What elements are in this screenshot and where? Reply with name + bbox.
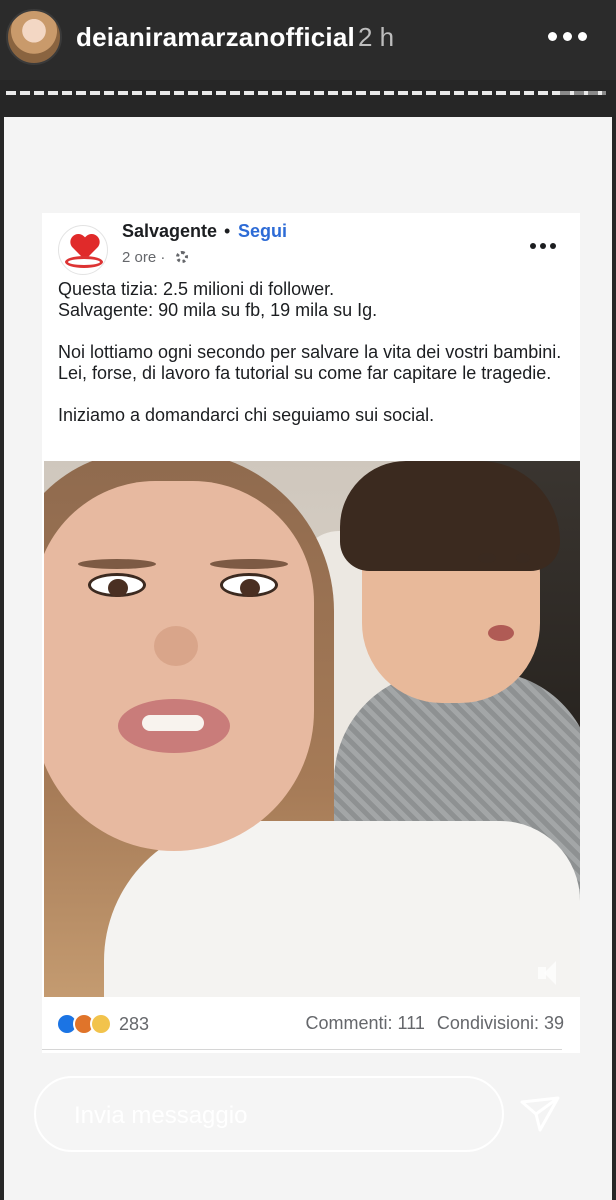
post-more-icon	[530, 243, 556, 249]
story-progress-bar	[6, 91, 606, 95]
post-line-1: Questa tizia: 2.5 milioni di follower.	[58, 279, 335, 299]
post-text: Questa tizia: 2.5 milioni di follower. S…	[58, 279, 568, 447]
avatar[interactable]	[6, 9, 62, 65]
divider	[42, 1049, 562, 1050]
comments-count: Commenti: 111	[305, 1013, 425, 1033]
speaker-icon	[538, 961, 568, 985]
reaction-count: 283	[119, 1013, 150, 1034]
post-line-4: Iniziamo a domandarci chi seguiamo sui s…	[58, 405, 435, 425]
message-placeholder: Invia messaggio	[74, 1102, 248, 1129]
follow-button: Segui	[238, 221, 288, 241]
post-time: 2 ore ·	[122, 249, 166, 266]
more-options-icon[interactable]	[548, 26, 588, 46]
video-frame	[44, 461, 580, 997]
reactions-summary: 283	[56, 1013, 149, 1035]
facebook-post-card: Salvagente • Segui 2 ore · Questa tizia:…	[42, 213, 580, 1053]
page-logo-icon	[58, 225, 108, 275]
story-progress-remaining	[560, 91, 606, 95]
woman-face	[44, 481, 314, 851]
story-header: deianiramarzanofficial 2 h	[0, 0, 616, 80]
post-line-3: Noi lottiamo ogni secondo per salvare la…	[58, 342, 562, 383]
story-canvas[interactable]: Salvagente • Segui 2 ore · Questa tizia:…	[4, 117, 612, 1200]
paper-plane-icon[interactable]	[518, 1092, 562, 1136]
post-line-2: Salvagente: 90 mila su fb, 19 mila su Ig…	[58, 300, 378, 320]
message-input[interactable]: Invia messaggio	[34, 1076, 504, 1152]
shares-count: Condivisioni: 39	[436, 1013, 564, 1033]
post-stats: Commenti: 111 Condivisioni: 39	[306, 1013, 564, 1034]
gear-icon	[176, 251, 188, 263]
page-name: Salvagente	[122, 221, 218, 241]
time-ago: 2 h	[358, 22, 395, 52]
username[interactable]: deianiramarzanofficial	[76, 22, 355, 53]
sad-reaction-icon	[90, 1013, 112, 1035]
name-separator: •	[224, 221, 231, 241]
